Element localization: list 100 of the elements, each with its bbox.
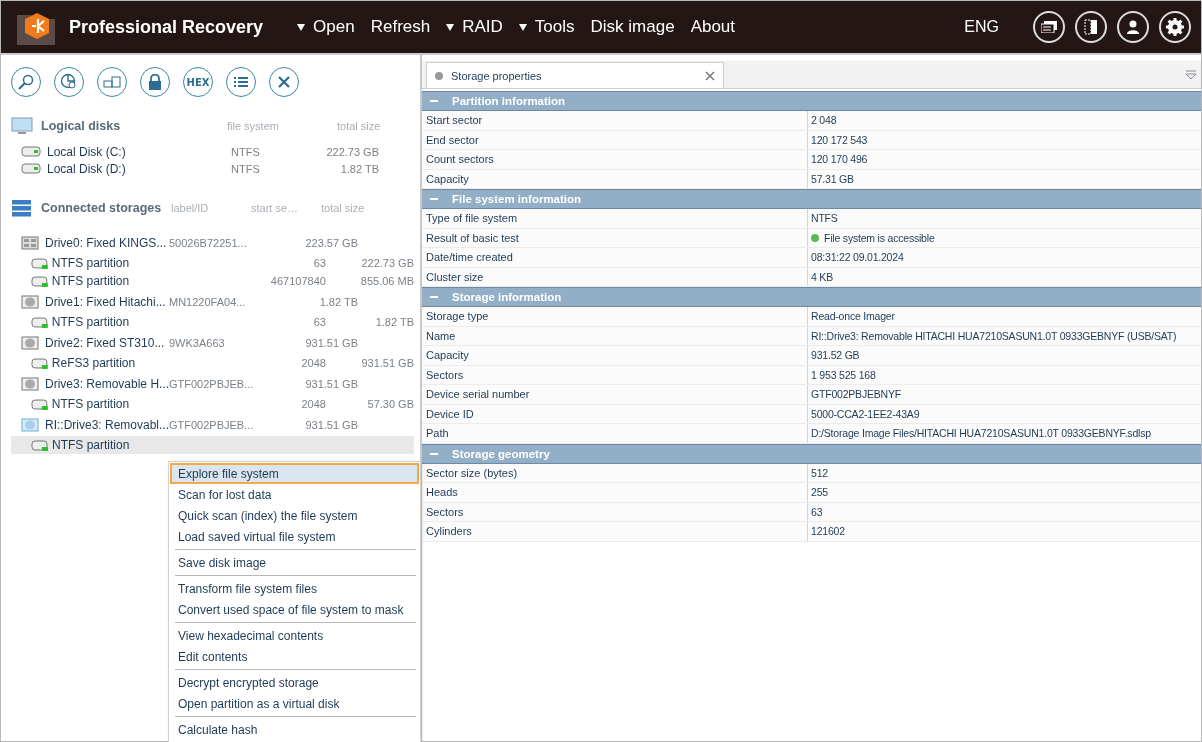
language-selector[interactable]: ENG [964, 18, 999, 36]
disk-name[interactable]: Local Disk (D:) [47, 161, 231, 176]
drive-name[interactable]: Drive3: Removable H... [45, 376, 169, 391]
dropdown-icon [446, 23, 455, 31]
list-button[interactable] [226, 67, 256, 97]
minus-icon [430, 293, 438, 301]
menu-item[interactable]: About [682, 17, 744, 37]
property-label: Path [422, 424, 808, 443]
settings-icon [1166, 18, 1184, 36]
dropdown-icon [297, 23, 306, 31]
property-label: Type of file system [422, 209, 808, 228]
menu-item[interactable]: Calculate hash [170, 719, 419, 740]
close-button[interactable] [269, 67, 299, 97]
copy-icon [103, 75, 121, 89]
column-header: start se… [251, 202, 300, 214]
close-icon[interactable] [705, 70, 715, 81]
panel-icon [1084, 19, 1098, 35]
property-value: 120 170 496 [811, 153, 868, 166]
app-title: Professional Recovery [69, 16, 264, 38]
menu-item[interactable]: Edit contents [170, 646, 419, 667]
section-title: Logical disks [41, 119, 122, 133]
search-button[interactable] [11, 67, 41, 97]
property-label: End sector [422, 130, 808, 149]
property-label: Heads [422, 483, 808, 502]
user-button[interactable] [1117, 11, 1149, 43]
property-value: 121602 [811, 525, 845, 538]
label-id: GTF002PBJEB... [169, 418, 255, 431]
total-size: 223.57 GB [304, 236, 358, 249]
total-size: 855.06 MB [359, 275, 414, 287]
total-size: 222.73 GB [325, 145, 379, 158]
menu-item[interactable]: Open partition as a virtual disk [170, 693, 419, 714]
server-icon [11, 199, 33, 217]
scan-button[interactable] [54, 67, 84, 97]
partition-row[interactable]: NTFS partition 63 222.73 GB [11, 254, 414, 272]
copy-button[interactable] [97, 67, 127, 97]
partition-icon [31, 356, 49, 370]
property-value: D:/Storage Image Files/HITACHI HUA7210SASUN1.0T 0933GEBNYF.sdlsp [811, 427, 1151, 440]
menu-item[interactable]: Load saved virtual file system [170, 526, 419, 547]
menu-item[interactable]: Tools [510, 17, 583, 37]
menu-item[interactable]: Scan for lost data [170, 484, 419, 505]
dropdown-icon[interactable] [1185, 70, 1197, 80]
tab[interactable]: Storage properties [426, 62, 724, 88]
total-size: 931.51 GB [304, 418, 358, 431]
start-sector: 2048 [300, 398, 326, 410]
section-title: Connected storages [41, 201, 163, 215]
label-id: GTF002PBJEB... [169, 377, 255, 390]
lock-button[interactable] [140, 67, 170, 97]
property-label: Cylinders [422, 522, 808, 541]
label-id: 50026B72251... [169, 236, 248, 249]
partition-icon [31, 274, 49, 288]
partition-row[interactable]: NTFS partition 2048 57.30 GB [11, 395, 414, 413]
search-icon [18, 74, 34, 90]
property-label: Count sectors [422, 150, 808, 169]
list-icon [234, 76, 248, 88]
column-header: total size [337, 120, 382, 132]
property-value: 08:31:22 09.01.2024 [811, 251, 904, 264]
menu-item[interactable]: Open [289, 17, 363, 37]
start-sector: 63 [312, 316, 326, 328]
menu-item[interactable]: Decrypt encrypted storage [170, 672, 419, 693]
drive-name[interactable]: RI::Drive3: Removabl... [45, 417, 169, 432]
partition-row[interactable]: NTFS partition 467107840 855.06 MB [11, 272, 414, 290]
menu-item[interactable]: RAID [438, 17, 511, 37]
minus-icon [430, 97, 438, 105]
property-label: Name [422, 326, 808, 345]
settings-button[interactable] [1159, 11, 1191, 43]
hard-drive-icon [21, 376, 39, 391]
partition-row[interactable]: NTFS partition 63 1.82 TB [11, 313, 414, 331]
menu-item[interactable]: Explore file system [170, 463, 419, 484]
menu-item[interactable]: Disk image [582, 17, 683, 37]
partition-row[interactable]: ReFS3 partition 2048 931.51 GB [11, 354, 414, 372]
property-value: Read-once Imager [811, 310, 895, 323]
property-label: Storage type [422, 307, 808, 326]
partition-row[interactable]: NTFS partition [11, 436, 414, 454]
dropdown-icon [518, 23, 527, 31]
column-header: total size [321, 202, 366, 214]
menu-item[interactable]: Quick scan (index) the file system [170, 505, 419, 526]
hex-button[interactable]: HEX [183, 67, 213, 97]
drive-name[interactable]: Drive0: Fixed KINGS... [45, 235, 169, 250]
menu-item[interactable]: Convert used space of file system to mask [170, 599, 419, 620]
panel-button[interactable] [1075, 11, 1107, 43]
drive-name[interactable]: Drive2: Fixed ST310... [45, 335, 169, 350]
drive-name[interactable]: Drive1: Fixed Hitachi... [45, 294, 169, 309]
file-system: NTFS [231, 145, 261, 158]
hard-drive-icon [21, 294, 39, 309]
total-size: 931.51 GB [304, 377, 358, 390]
start-sector: 2048 [300, 357, 326, 369]
windows-button[interactable] [1033, 11, 1065, 43]
property-label: Device serial number [422, 385, 808, 404]
total-size: 57.30 GB [366, 398, 414, 410]
menu-item[interactable]: Transform file system files [170, 578, 419, 599]
property-label: Sectors [422, 502, 808, 521]
menu-item[interactable]: View hexadecimal contents [170, 625, 419, 646]
property-label: Date/time created [422, 248, 808, 267]
menu-item[interactable]: Refresh [362, 17, 439, 37]
disk-name[interactable]: Local Disk (C:) [47, 144, 231, 159]
ssd-icon [21, 235, 39, 250]
close-icon [278, 76, 290, 88]
menu-item[interactable]: Save disk image [170, 552, 419, 573]
windows-icon [1041, 21, 1057, 33]
user-icon [1126, 20, 1140, 34]
